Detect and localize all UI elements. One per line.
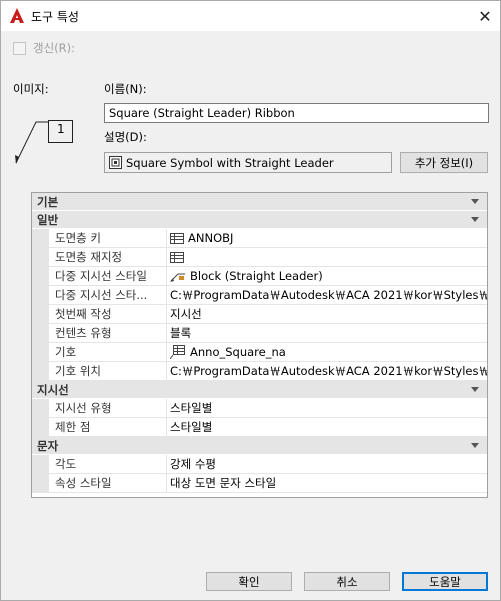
- title-bar: 도구 특성 ✕: [1, 1, 500, 31]
- refresh-checkbox-row[interactable]: 갱신(R):: [13, 40, 75, 56]
- window-title: 도구 특성: [31, 10, 79, 24]
- close-icon: ✕: [478, 6, 492, 26]
- property-value[interactable]: 스타일별: [167, 399, 487, 417]
- name-label: 이름(N):: [104, 82, 147, 96]
- autocad-logo-icon: [10, 8, 24, 23]
- property-value[interactable]: ANNOBJ: [167, 229, 487, 247]
- cancel-button[interactable]: 취소: [304, 572, 390, 591]
- category-basic[interactable]: 기본: [32, 193, 487, 211]
- property-row-mleader-style-location[interactable]: 다중 지시선 스타... C:￦ProgramData￦Autodesk￦ACA…: [32, 286, 487, 305]
- image-label: 이미지:: [13, 82, 49, 96]
- property-value[interactable]: [167, 248, 487, 266]
- property-grid[interactable]: 기본 일반 도면층 키 ANNOBJ 도면층 재지정 다중 지시선 스타일 Bl…: [31, 192, 488, 498]
- property-name: 제한 점: [49, 418, 167, 436]
- category-text-label: 문자: [37, 438, 59, 453]
- property-row-limit-points[interactable]: 제한 점 스타일별: [32, 418, 487, 437]
- property-name: 도면층 재지정: [49, 248, 167, 266]
- refresh-checkbox[interactable]: [13, 41, 26, 55]
- leader-symbol-icon: [15, 120, 73, 164]
- property-value[interactable]: C:￦ProgramData￦Autodesk￦ACA 2021￦kor￦Sty…: [167, 286, 487, 304]
- property-value[interactable]: 블록: [167, 324, 487, 342]
- collapse-arrow-icon[interactable]: [471, 217, 479, 222]
- property-name: 다중 지시선 스타일: [49, 267, 167, 285]
- tag-number: 1: [57, 122, 65, 136]
- collapse-arrow-icon[interactable]: [471, 387, 479, 392]
- close-button[interactable]: ✕: [470, 1, 500, 31]
- category-leader[interactable]: 지시선: [32, 381, 487, 399]
- collapse-arrow-icon[interactable]: [471, 199, 479, 204]
- name-input[interactable]: Square (Straight Leader) Ribbon: [104, 103, 489, 123]
- property-value[interactable]: Block (Straight Leader): [167, 267, 487, 285]
- property-row-angle[interactable]: 각도 강제 수평: [32, 455, 487, 474]
- layer-list-icon: [170, 251, 184, 263]
- tool-image-preview: 1: [13, 117, 83, 167]
- property-name: 도면층 키: [49, 229, 167, 247]
- property-name: 다중 지시선 스타...: [49, 286, 167, 304]
- description-value: Square Symbol with Straight Leader: [126, 155, 334, 170]
- property-row-symbol-location[interactable]: 기호 위치 C:￦ProgramData￦Autodesk￦ACA 2021￦k…: [32, 362, 487, 381]
- property-name: 속성 스타일: [49, 474, 167, 492]
- layer-list-icon: [170, 232, 184, 244]
- property-row-symbol[interactable]: 기호 Anno_Square_na: [32, 343, 487, 362]
- block-preview-icon: [109, 156, 122, 169]
- property-row-first-create[interactable]: 첫번째 작성 지시선: [32, 305, 487, 324]
- description-input[interactable]: Square Symbol with Straight Leader: [104, 152, 392, 173]
- property-value[interactable]: C:￦ProgramData￦Autodesk￦ACA 2021￦kor￦Sty…: [167, 362, 487, 380]
- category-general[interactable]: 일반: [32, 211, 487, 229]
- mleader-style-icon: [170, 273, 185, 282]
- property-name: 기호: [49, 343, 167, 361]
- property-value[interactable]: 강제 수평: [167, 455, 487, 473]
- property-name: 첫번째 작성: [49, 305, 167, 323]
- more-info-button[interactable]: 추가 정보(I): [400, 152, 488, 173]
- property-value[interactable]: 스타일별: [167, 418, 487, 436]
- property-name: 지시선 유형: [49, 399, 167, 417]
- property-value[interactable]: 지시선: [167, 305, 487, 323]
- property-row-mleader-style[interactable]: 다중 지시선 스타일 Block (Straight Leader): [32, 267, 487, 286]
- category-leader-label: 지시선: [37, 382, 69, 397]
- collapse-arrow-icon[interactable]: [471, 443, 479, 448]
- ok-button[interactable]: 확인: [206, 572, 292, 591]
- property-name: 컨텐츠 유형: [49, 324, 167, 342]
- tool-properties-dialog: 도구 특성 ✕ 갱신(R): 이미지: 이름(N): Square (Strai…: [0, 0, 501, 601]
- category-general-label: 일반: [37, 212, 59, 227]
- property-row-layer-override[interactable]: 도면층 재지정: [32, 248, 487, 267]
- block-symbol-icon: [170, 345, 185, 359]
- property-name: 기호 위치: [49, 362, 167, 380]
- category-text[interactable]: 문자: [32, 437, 487, 455]
- property-value[interactable]: 대상 도면 문자 스타일: [167, 474, 487, 492]
- category-basic-label: 기본: [37, 194, 59, 209]
- description-label: 설명(D):: [104, 130, 147, 144]
- property-row-leader-type[interactable]: 지시선 유형 스타일별: [32, 399, 487, 418]
- property-row-content-type[interactable]: 컨텐츠 유형 블록: [32, 324, 487, 343]
- property-name: 각도: [49, 455, 167, 473]
- property-row-attribute-style[interactable]: 속성 스타일 대상 도면 문자 스타일: [32, 474, 487, 493]
- property-row-layer-key[interactable]: 도면층 키 ANNOBJ: [32, 229, 487, 248]
- refresh-label: 갱신(R):: [33, 41, 75, 55]
- property-value[interactable]: Anno_Square_na: [167, 343, 487, 361]
- help-button[interactable]: 도움말: [402, 572, 488, 591]
